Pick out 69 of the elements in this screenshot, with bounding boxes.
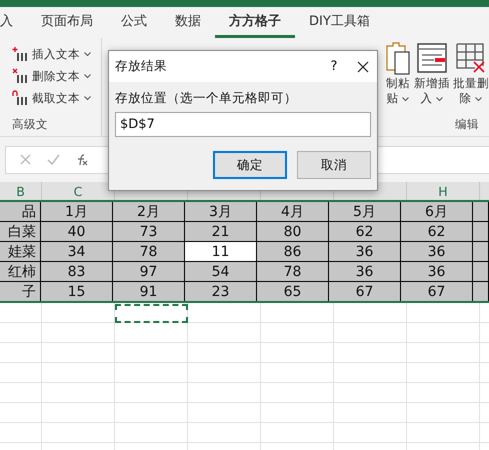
insert-text-icon (12, 46, 28, 62)
extract-text-icon (12, 90, 28, 106)
help-button[interactable]: ? (321, 59, 347, 74)
caret-icon (402, 97, 410, 102)
caret-icon (84, 52, 91, 56)
table-cell: 97 (113, 262, 185, 281)
ribbon-button[interactable]: 插入文本 (12, 43, 101, 65)
table-cell: 86 (257, 242, 329, 261)
table-cell: 34 (41, 242, 113, 261)
table-cell: 62 (329, 222, 401, 241)
table-cell: 红柿 (0, 262, 41, 281)
group-label: 编辑 (455, 117, 480, 133)
ribbon-button[interactable]: 新增插 入 (414, 42, 450, 106)
ribbon-tab[interactable]: 页面布局 (27, 7, 107, 38)
input-field[interactable]: $D$7 (115, 112, 371, 137)
clipboard-icon (385, 42, 411, 76)
table-cell: 54 (185, 262, 257, 281)
table-cell: 83 (41, 262, 113, 281)
table-cell: 65 (257, 282, 329, 301)
table-cell: 品 (0, 202, 41, 221)
table-cell: 73 (113, 222, 185, 241)
table-cell: 6月 (401, 202, 473, 221)
table-cell: 78 (257, 262, 329, 281)
ribbon-button[interactable]: 制粘 贴 (385, 42, 411, 106)
dialog-button[interactable]: 确定 (213, 151, 287, 179)
table-cell: 21 (185, 222, 257, 241)
table-cell: 36 (329, 242, 401, 261)
ribbon-tab[interactable]: 公式 (107, 7, 161, 38)
table-cell: 15 (41, 282, 113, 301)
table-cell: 5月 (329, 202, 401, 221)
table-cell: 3月 (185, 202, 257, 221)
table-cell: 36 (329, 262, 401, 281)
table-cell: 4月 (257, 202, 329, 221)
group-label: 高级文 (12, 117, 49, 133)
table-cell: 40 (41, 222, 113, 241)
ribbon-tab[interactable]: 入 (0, 7, 27, 38)
field-label: 存放位置（选一个单元格即可） (115, 90, 298, 107)
table-cell: 娃菜 (0, 242, 41, 261)
table-cell: 80 (257, 222, 329, 241)
table-cell: 62 (401, 222, 473, 241)
caret-icon (84, 96, 91, 100)
table-cell: 67 (401, 282, 473, 301)
caret-icon (436, 97, 444, 102)
table-cell: 67 (329, 282, 401, 301)
delete-text-icon (12, 68, 28, 84)
table-cell: 2月 (113, 202, 185, 221)
ribbon-tab[interactable]: 数据 (161, 7, 215, 38)
caret-icon (475, 97, 482, 102)
table-cell: 36 (401, 262, 473, 281)
ribbon-button[interactable]: 截取文本 (12, 87, 101, 109)
table-cell: 78 (113, 242, 185, 261)
table-cell: 36 (401, 242, 473, 261)
close-icon[interactable] (357, 60, 369, 72)
dialog-button[interactable]: 取消 (297, 151, 371, 179)
function-icon[interactable] (76, 154, 88, 166)
table-cell: 23 (185, 282, 257, 301)
table-cell: 91 (113, 282, 185, 301)
column-header[interactable]: H (407, 182, 480, 200)
ribbon-tab[interactable]: DIY工具箱 (295, 7, 384, 38)
table-cell: 子 (0, 282, 41, 301)
column-header[interactable]: B (0, 182, 42, 200)
table-cell: 白菜 (0, 222, 41, 241)
check-icon[interactable] (47, 154, 60, 165)
table-cell: 1月 (41, 202, 113, 221)
ribbon-button[interactable]: 批量删 除 (453, 42, 489, 106)
caret-icon (84, 74, 91, 78)
table-rows-icon (417, 42, 447, 76)
dialog-title: 存放结果 (115, 58, 168, 75)
ribbon-button[interactable]: 删除文本 (12, 65, 101, 87)
